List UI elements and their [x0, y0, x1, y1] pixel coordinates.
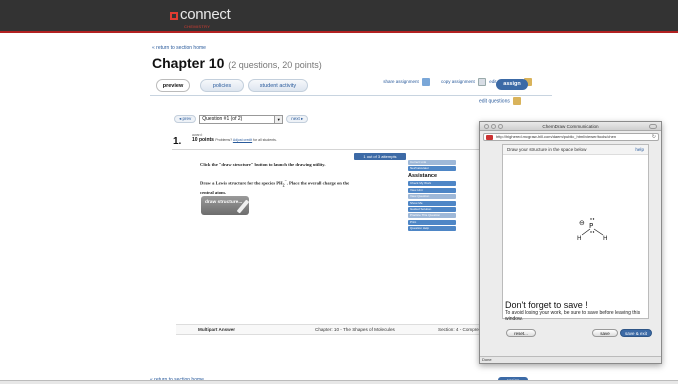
drawing-instructions-text: Draw your structure in the space below: [507, 147, 587, 152]
instruction-lewis: Draw a Lewis structure for the species P…: [200, 177, 360, 197]
check-my-work-button[interactable]: Check My Work: [408, 181, 456, 187]
lone-pair-dot: [592, 218, 595, 220]
question-navigation: ◂ prev Question #1 (of 2) ▼ next ▸: [174, 114, 309, 124]
lone-pair-dot: [592, 231, 595, 233]
question-select[interactable]: Question #1 (of 2) ▼: [199, 114, 284, 124]
formula-subscript: 2: [282, 183, 285, 188]
instruction-draw: Click the "draw structure" button to lau…: [200, 162, 326, 167]
adjust-credit-link[interactable]: Adjust credit: [233, 138, 252, 142]
share-icon: [422, 78, 430, 86]
save-reminder-heading: Don't forget to save !: [505, 300, 588, 310]
points-value: 10 points: [192, 137, 214, 143]
view-question-button[interactable]: View Question: [408, 194, 456, 200]
help-link[interactable]: help: [635, 145, 644, 155]
guided-solution-button[interactable]: Guided Solution: [408, 206, 456, 212]
copy-assignment-button[interactable]: copy assignment: [432, 78, 486, 86]
question-chapter: Chapter: 10 - The Shapes of Molecules: [315, 327, 395, 332]
assign-button[interactable]: assign: [496, 79, 528, 90]
charge-symbol: ⊖: [579, 219, 585, 227]
correct-link-button[interactable]: Correct Link: [408, 160, 456, 165]
share-assignment-label: share assignment: [383, 79, 419, 85]
question-number: 1.: [173, 136, 182, 147]
site-icon: [486, 135, 493, 140]
connect-logo[interactable]: connect CHEMISTRY: [170, 6, 231, 30]
minimize-window-icon[interactable]: [491, 124, 496, 129]
address-url: http://highered.mcgraw-hill.com/daem/pub…: [496, 134, 617, 139]
problems-text: Problems?: [215, 138, 233, 142]
return-to-section-link[interactable]: « return to section home: [152, 45, 206, 51]
zoom-window-icon[interactable]: [498, 124, 503, 129]
copy-icon: [478, 78, 486, 86]
close-window-icon[interactable]: [484, 124, 489, 129]
bond-left: [581, 228, 591, 236]
edit-questions-link[interactable]: edit questions: [479, 97, 522, 105]
points-line: 10 points Problems? Adjust credit for al…: [192, 137, 277, 143]
central-atom-label: P: [589, 222, 593, 230]
assistance-heading: Assistance: [408, 173, 438, 180]
print-button[interactable]: Print: [408, 219, 456, 225]
save-reminder-text: To avoid losing your work, be sure to sa…: [505, 310, 641, 322]
edit-questions-icon: [513, 97, 522, 105]
drawing-canvas[interactable]: Draw your structure in the space below h…: [502, 144, 649, 319]
refresh-icon[interactable]: ↻: [652, 134, 656, 140]
edit-questions-label: edit questions: [479, 98, 510, 105]
instruction-lewis-pre: Draw a Lewis structure for the species P…: [200, 180, 283, 186]
net-calculator-button[interactable]: Net/Calculator: [408, 166, 456, 172]
copy-assignment-label: copy assignment: [440, 79, 475, 85]
chapter-subtitle: (2 questions, 20 points): [228, 60, 322, 70]
tab-student-activity[interactable]: student activity: [248, 79, 308, 92]
tabs-row: preview policies student activity share …: [150, 78, 552, 96]
window-controls: [484, 124, 503, 129]
tab-preview[interactable]: preview: [156, 79, 190, 92]
address-bar[interactable]: http://highered.mcgraw-hill.com/daem/pub…: [483, 133, 659, 141]
connect-logo-icon: [170, 12, 178, 20]
horizontal-scrollbar[interactable]: [0, 380, 678, 384]
question-help-button[interactable]: Question Help: [408, 226, 456, 232]
page-title: Chapter 10 (2 questions, 20 points): [152, 55, 322, 71]
lone-pair-dot: [590, 218, 592, 220]
window-title: ChemDraw Communication: [542, 124, 599, 129]
save-and-exit-button[interactable]: save & exit: [620, 329, 652, 337]
tab-policies[interactable]: policies: [200, 79, 244, 92]
view-hint-button[interactable]: View Hint: [408, 187, 456, 193]
next-question-button[interactable]: next ▸: [286, 115, 309, 123]
save-button[interactable]: save: [592, 329, 618, 337]
bond-right: [593, 228, 604, 236]
hydrogen-right-label: H: [603, 235, 608, 242]
attempts-badge: 1 out of 3 attempts: [354, 153, 406, 160]
question-select-value: Question #1 (of 2): [202, 115, 243, 122]
top-bar: connect CHEMISTRY: [0, 0, 678, 33]
status-bar: Done: [480, 356, 661, 363]
brand-sub: CHEMISTRY: [184, 24, 211, 29]
prev-question-button[interactable]: ◂ prev: [174, 115, 197, 123]
chemdraw-window: ChemDraw Communication http://highered.m…: [479, 121, 662, 364]
practice-question-button[interactable]: Practice This Question: [408, 213, 456, 219]
reset-button[interactable]: reset...: [506, 329, 536, 337]
divider: [172, 149, 484, 150]
problems-note: Problems? Adjust credit for all students…: [215, 138, 277, 142]
brand-name: connect: [180, 6, 231, 23]
for-all-students-text: for all students.: [253, 138, 277, 142]
drawing-instructions: Draw your structure in the space below h…: [503, 145, 648, 155]
window-titlebar[interactable]: ChemDraw Communication: [480, 122, 661, 131]
question-type: Multipart Answer: [198, 327, 236, 332]
draw-structure-button[interactable]: draw structure...: [201, 196, 250, 215]
question-section: Section: 4 - Comprehe: [438, 327, 484, 332]
question-footer: Multipart Answer Chapter: 10 - The Shape…: [176, 324, 488, 335]
show-me-button[interactable]: Show Me: [408, 200, 456, 206]
hydrogen-left-label: H: [577, 235, 582, 242]
draw-structure-label: draw structure...: [205, 200, 243, 205]
toolbar-toggle-icon[interactable]: [649, 124, 657, 129]
chapter-title-text: Chapter 10: [152, 55, 225, 71]
assistance-panel: Correct Link Net/Calculator Assistance C…: [408, 160, 456, 233]
lone-pair-dot: [590, 231, 592, 233]
share-assignment-button[interactable]: share assignment: [370, 78, 430, 86]
chevron-down-icon: ▼: [274, 115, 283, 123]
question-panel: ◂ prev Question #1 (of 2) ▼ next ▸ 1. aw…: [168, 114, 488, 344]
ph2-molecule[interactable]: ⊖ P H H: [575, 215, 615, 245]
